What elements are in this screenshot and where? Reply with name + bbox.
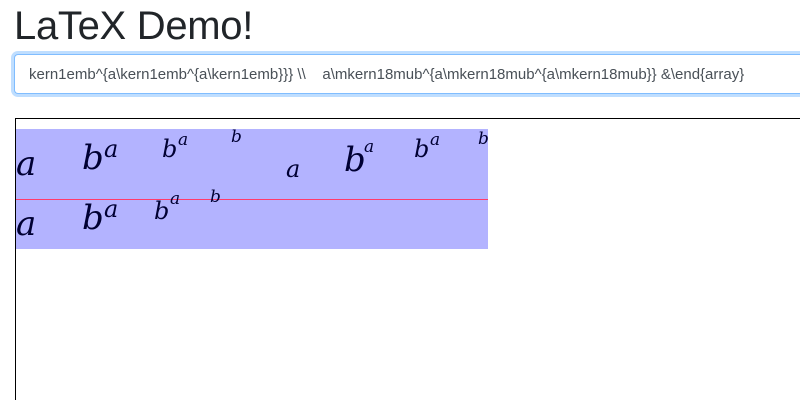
math-glyph-a: a: [16, 204, 37, 244]
math-glyph-b: b: [478, 129, 489, 149]
latex-render-output: a b a b a b a b a b a b a b a b a b: [15, 118, 800, 400]
page-title: LaTeX Demo!: [14, 4, 254, 48]
math-glyph-b: b: [82, 198, 104, 238]
latex-input-container[interactable]: [14, 54, 800, 94]
math-glyph-a: a: [364, 137, 375, 157]
latex-input[interactable]: [15, 55, 800, 93]
math-glyph-b: b: [344, 140, 366, 180]
math-glyph-a: a: [286, 155, 301, 183]
math-glyph-a: a: [16, 144, 37, 184]
math-glyph-b: b: [162, 135, 178, 163]
math-glyph-a: a: [178, 130, 189, 150]
math-glyph-b: b: [154, 197, 170, 225]
math-glyph-b: b: [82, 138, 104, 178]
math-glyph-b: b: [210, 187, 221, 207]
math-glyph-a: a: [104, 135, 119, 163]
math-glyph-a: a: [104, 195, 119, 223]
math-glyph-b: b: [231, 127, 242, 147]
math-glyph-a: a: [430, 130, 441, 150]
math-glyph-a: a: [170, 189, 181, 209]
math-glyph-b: b: [414, 135, 430, 163]
